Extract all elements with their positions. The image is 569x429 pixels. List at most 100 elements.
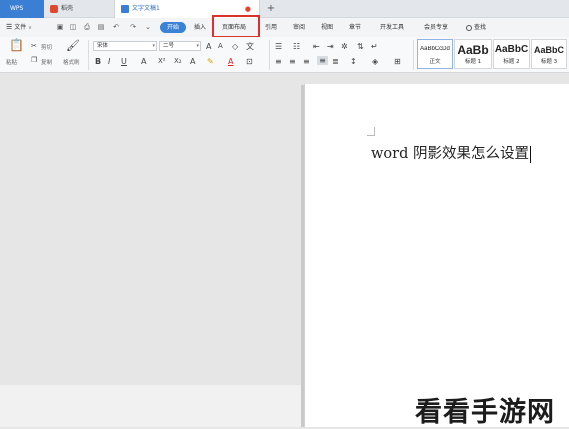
strikethrough-icon[interactable]: A (141, 57, 146, 66)
new-tab-button[interactable]: + (264, 0, 278, 18)
clear-format-icon[interactable]: ◇ (232, 42, 238, 51)
align-center-icon[interactable]: ≡ (289, 57, 296, 66)
paste-button[interactable]: 粘贴 (6, 58, 17, 66)
font-size-select[interactable]: 二号 ▾ (159, 41, 201, 51)
divider (413, 40, 414, 70)
text-caret (529, 145, 531, 163)
divider (88, 40, 89, 70)
new-tab-label: + (266, 3, 276, 14)
bold-button[interactable]: B (95, 57, 101, 66)
align-left-icon[interactable]: ≡ (275, 57, 282, 66)
save-icon[interactable]: ▣ (56, 23, 64, 31)
font-name-select[interactable]: 宋体 ▾ (93, 41, 157, 51)
file-menu-label: 文件 (14, 24, 27, 31)
menu-bar: ☰ 文件 ∨ ▣ ◫ ⎙ ▤ ↶ ↷ ⌄ 开始 插入 页面布局 引用 审阅 视图… (0, 18, 569, 37)
style-normal[interactable]: AaBbCcDd 正文 (417, 39, 453, 69)
tab-daoke-label: 稻壳 (61, 5, 74, 12)
copy-button[interactable]: 复制 (41, 58, 52, 66)
tab-bar: WPS 稻壳 文字文稿1 ● + (0, 0, 569, 18)
redo-icon[interactable]: ↷ (129, 23, 137, 31)
bullet-list-icon[interactable]: ☰ (275, 42, 282, 51)
tab-wps-label: WPS (10, 5, 24, 12)
numbered-list-icon[interactable]: ☷ (293, 42, 300, 51)
distribute-icon[interactable]: ≣ (332, 57, 339, 66)
superscript-icon[interactable]: X² (158, 57, 166, 66)
paste-icon[interactable]: 📋 (9, 39, 24, 51)
export-icon[interactable]: ▤ (97, 23, 105, 31)
style-heading-1[interactable]: AaBb 标题 1 (454, 39, 492, 69)
shading-icon[interactable]: ◈ (372, 57, 378, 66)
tab-daoke[interactable]: 稻壳 (44, 0, 114, 18)
phonetic-icon[interactable]: 文 (246, 42, 254, 51)
text-effect-icon[interactable]: A (190, 57, 195, 66)
style-name: 标题 2 (503, 59, 520, 65)
style-name: 标题 1 (464, 59, 482, 65)
highlight-box (212, 15, 260, 38)
cut-icon[interactable]: ✂ (31, 42, 37, 51)
document-text-content: word 阴影效果怎么设置 (371, 146, 529, 162)
hamburger-icon: ☰ (6, 23, 13, 31)
style-heading-2[interactable]: AaBbC 标题 2 (493, 39, 530, 69)
font-color-icon[interactable]: A (228, 57, 233, 66)
char-border-icon[interactable]: ⊡ (246, 57, 253, 66)
menu-search[interactable]: 查找 (466, 18, 486, 37)
sort-icon[interactable]: ⇅ (357, 42, 364, 51)
bottom-area (0, 385, 303, 427)
tab-wps[interactable]: WPS (0, 0, 44, 18)
style-sample: AaBbCcDd (420, 46, 450, 52)
menu-developer[interactable]: 开发工具 (380, 18, 404, 37)
divider (269, 40, 270, 70)
grow-font-icon[interactable]: A (206, 42, 211, 51)
search-icon (466, 24, 472, 31)
line-spacing-icon[interactable]: ↕ (350, 57, 357, 66)
ribbon: 📋 粘贴 ✂ 剪切 ❐ 复制 🖌 格式刷 宋体 ▾ 二号 ▾ A A ◇ 文 B I… (0, 37, 569, 73)
highlight-icon[interactable]: ✎ (207, 57, 214, 66)
decrease-indent-icon[interactable]: ⇤ (313, 42, 320, 51)
border-icon[interactable]: ⊞ (394, 57, 401, 66)
menu-review[interactable]: 审阅 (293, 18, 305, 37)
watermark-logo: 看看手游网 (415, 397, 555, 428)
menu-member[interactable]: 会员专享 (424, 18, 448, 37)
style-name: 正文 (429, 59, 441, 65)
more-icon[interactable]: ⌄ (144, 23, 152, 31)
menu-insert[interactable]: 插入 (194, 18, 206, 37)
chevron-down-icon: ▾ (196, 43, 199, 49)
subscript-icon[interactable]: X₂ (174, 57, 182, 66)
daoke-icon (50, 4, 58, 13)
document-icon (121, 4, 129, 13)
italic-button[interactable]: I (108, 57, 110, 66)
font-size-value: 二号 (163, 43, 175, 49)
print-preview-icon[interactable]: ◫ (69, 23, 77, 31)
margin-corner-mark (367, 127, 375, 136)
menu-references[interactable]: 引用 (265, 18, 277, 37)
print-icon[interactable]: ⎙ (83, 23, 91, 31)
style-name: 标题 3 (540, 59, 558, 65)
undo-icon[interactable]: ↶ (112, 23, 120, 31)
style-sample: AaBb (457, 43, 489, 57)
copy-icon[interactable]: ❐ (31, 56, 37, 65)
justify-icon[interactable]: ≡ (317, 56, 328, 65)
style-sample: AaBbC (494, 44, 529, 55)
cut-button[interactable]: 剪切 (41, 43, 52, 51)
chinese-layout-icon[interactable]: ✲ (341, 42, 348, 51)
document-text[interactable]: word 阴影效果怎么设置 (371, 142, 531, 163)
shrink-font-icon[interactable]: A (218, 42, 223, 51)
file-menu-arrow: ∨ (28, 25, 32, 31)
font-name-value: 宋体 (97, 43, 109, 49)
style-heading-3[interactable]: AaBbC 标题 3 (531, 39, 567, 69)
align-right-icon[interactable]: ≡ (303, 57, 310, 66)
menu-view[interactable]: 视图 (321, 18, 333, 37)
show-marks-icon[interactable]: ↵ (371, 42, 378, 51)
search-label: 查找 (474, 24, 487, 31)
format-painter-icon[interactable]: 🖌 (66, 40, 80, 51)
document-page[interactable]: word 阴影效果怎么设置 (304, 84, 569, 427)
format-painter-button[interactable]: 格式刷 (63, 58, 80, 66)
menu-section[interactable]: 章节 (349, 18, 361, 37)
chevron-down-icon: ▾ (152, 43, 155, 49)
underline-button[interactable]: U (121, 57, 127, 66)
style-sample: AaBbC (533, 45, 564, 55)
tab-document-label: 文字文稿1 (132, 5, 160, 12)
file-menu[interactable]: ☰ 文件 ∨ (6, 18, 32, 37)
menu-start[interactable]: 开始 (160, 22, 186, 33)
increase-indent-icon[interactable]: ⇥ (327, 42, 334, 51)
